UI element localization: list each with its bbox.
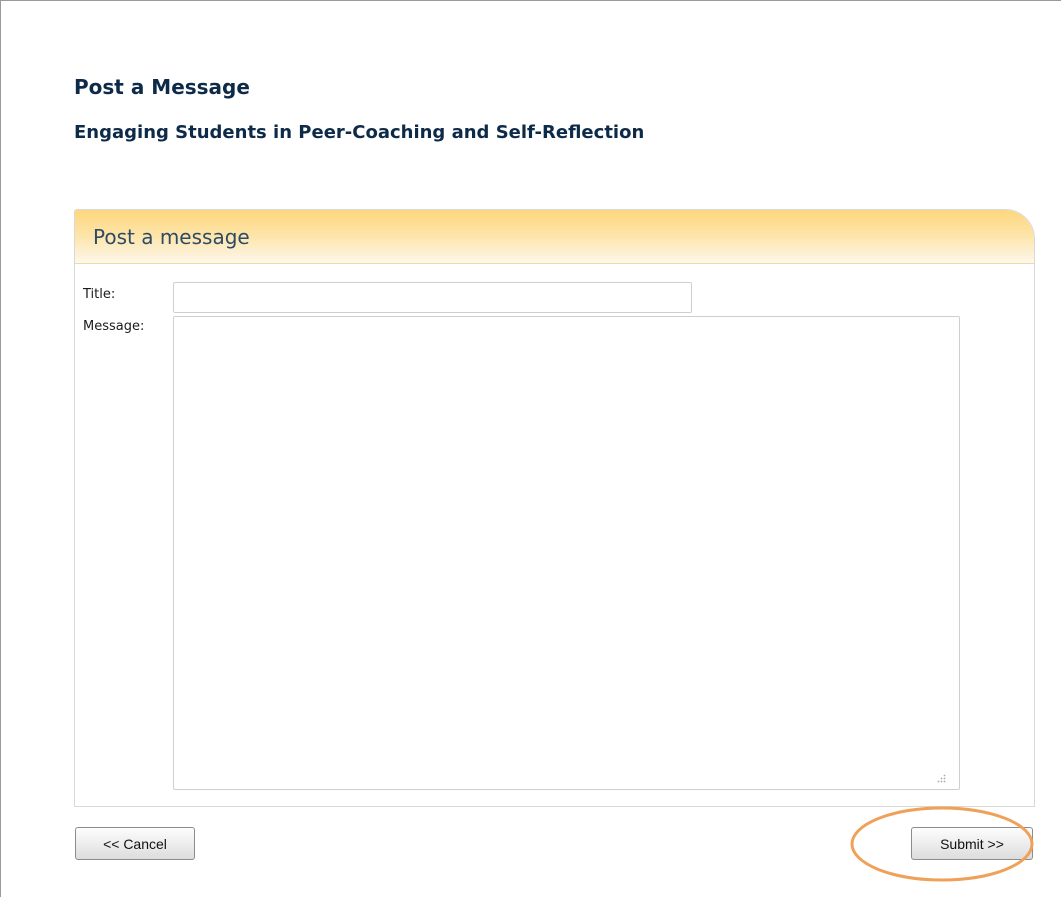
panel-header: Post a message	[75, 210, 1034, 264]
title-input[interactable]	[173, 282, 692, 313]
message-textarea[interactable]	[173, 316, 960, 790]
panel-header-title: Post a message	[93, 225, 250, 249]
resize-grip-icon[interactable]	[936, 773, 946, 783]
post-message-panel: Post a message Title: Message:	[74, 209, 1035, 807]
page-title: Post a Message	[74, 75, 250, 99]
cancel-button[interactable]: << Cancel	[75, 827, 195, 860]
submit-button[interactable]: Submit >>	[911, 827, 1033, 860]
page-frame: Post a Message Engaging Students in Peer…	[0, 0, 1061, 897]
message-label: Message:	[83, 319, 145, 334]
page-subtitle: Engaging Students in Peer-Coaching and S…	[74, 122, 645, 143]
title-label: Title:	[83, 287, 116, 302]
